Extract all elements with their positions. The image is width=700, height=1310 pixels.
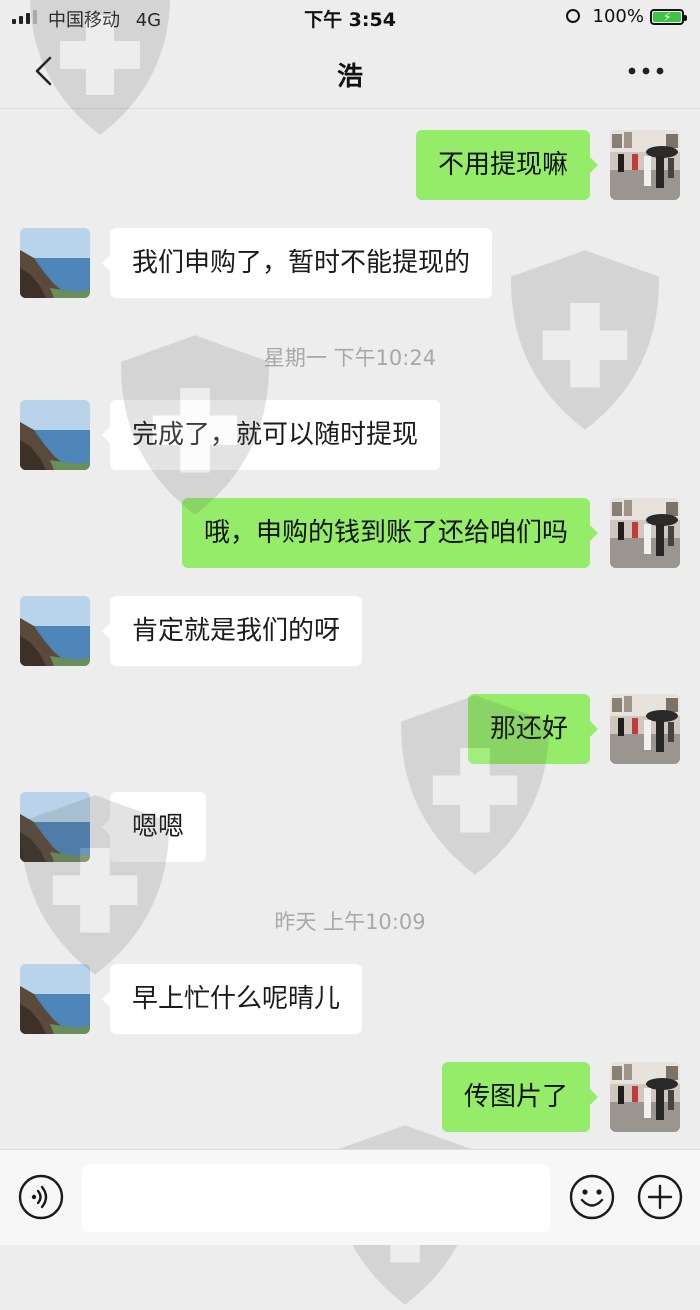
message-bubble-outgoing[interactable]: 不用提现嘛 [415, 130, 599, 200]
contact-avatar[interactable] [20, 228, 90, 298]
message-bubble-outgoing[interactable]: 传图片了 [441, 1062, 599, 1132]
self-avatar-image [610, 130, 680, 200]
nav-bar: 浩 [0, 36, 700, 108]
contact-avatar[interactable] [20, 792, 90, 862]
self-avatar[interactable] [610, 1062, 680, 1132]
emoji-button[interactable] [568, 1173, 616, 1221]
message-input[interactable] [82, 1164, 550, 1232]
contact-avatar[interactable] [20, 596, 90, 666]
chat-message-list[interactable]: 不用提现嘛 我们申购了，暂时不能提现的 星期一 下午10:24 完成了，就可以随… [0, 109, 700, 1149]
chat-title: 浩 [336, 62, 363, 92]
message-bubble-incoming[interactable]: 我们申购了，暂时不能提现的 [101, 228, 493, 298]
self-avatar-image [610, 694, 680, 764]
contact-avatar-image [20, 792, 90, 862]
more-functions-button[interactable] [636, 1173, 684, 1221]
voice-icon [18, 1174, 64, 1220]
self-avatar[interactable] [610, 694, 680, 764]
rotation-lock-icon [566, 9, 580, 23]
emoji-icon [569, 1174, 615, 1220]
status-bar: 中国移动 4G 下午 3:54 100% ⚡ [0, 0, 700, 36]
input-bar [0, 1149, 700, 1245]
plus-icon [637, 1174, 683, 1220]
self-avatar[interactable] [610, 498, 680, 568]
battery-icon: ⚡ [650, 9, 687, 25]
message-bubble-incoming[interactable]: 嗯嗯 [101, 792, 207, 862]
voice-button[interactable] [17, 1173, 65, 1221]
contact-avatar-image [20, 964, 90, 1034]
more-dots-icon [628, 67, 664, 75]
contact-avatar-image [20, 228, 90, 298]
message-bubble-outgoing[interactable]: 哦，申购的钱到账了还给咱们吗 [181, 498, 599, 568]
message-bubble-incoming[interactable]: 早上忙什么呢晴儿 [101, 964, 363, 1034]
message-bubble-incoming[interactable]: 肯定就是我们的呀 [101, 596, 363, 666]
contact-avatar[interactable] [20, 400, 90, 470]
message-bubble-outgoing[interactable]: 那还好 [467, 694, 599, 764]
message-bubble-incoming[interactable]: 完成了，就可以随时提现 [101, 400, 441, 470]
contact-avatar[interactable] [20, 964, 90, 1034]
self-avatar-image [610, 1062, 680, 1132]
more-button[interactable] [624, 60, 668, 82]
battery-percent: 100% [592, 6, 644, 27]
self-avatar-image [610, 498, 680, 568]
message-timestamp: 星期一 下午10:24 [263, 346, 437, 370]
self-avatar[interactable] [610, 130, 680, 200]
contact-avatar-image [20, 596, 90, 666]
message-timestamp: 昨天 上午10:09 [274, 910, 426, 934]
contact-avatar-image [20, 400, 90, 470]
